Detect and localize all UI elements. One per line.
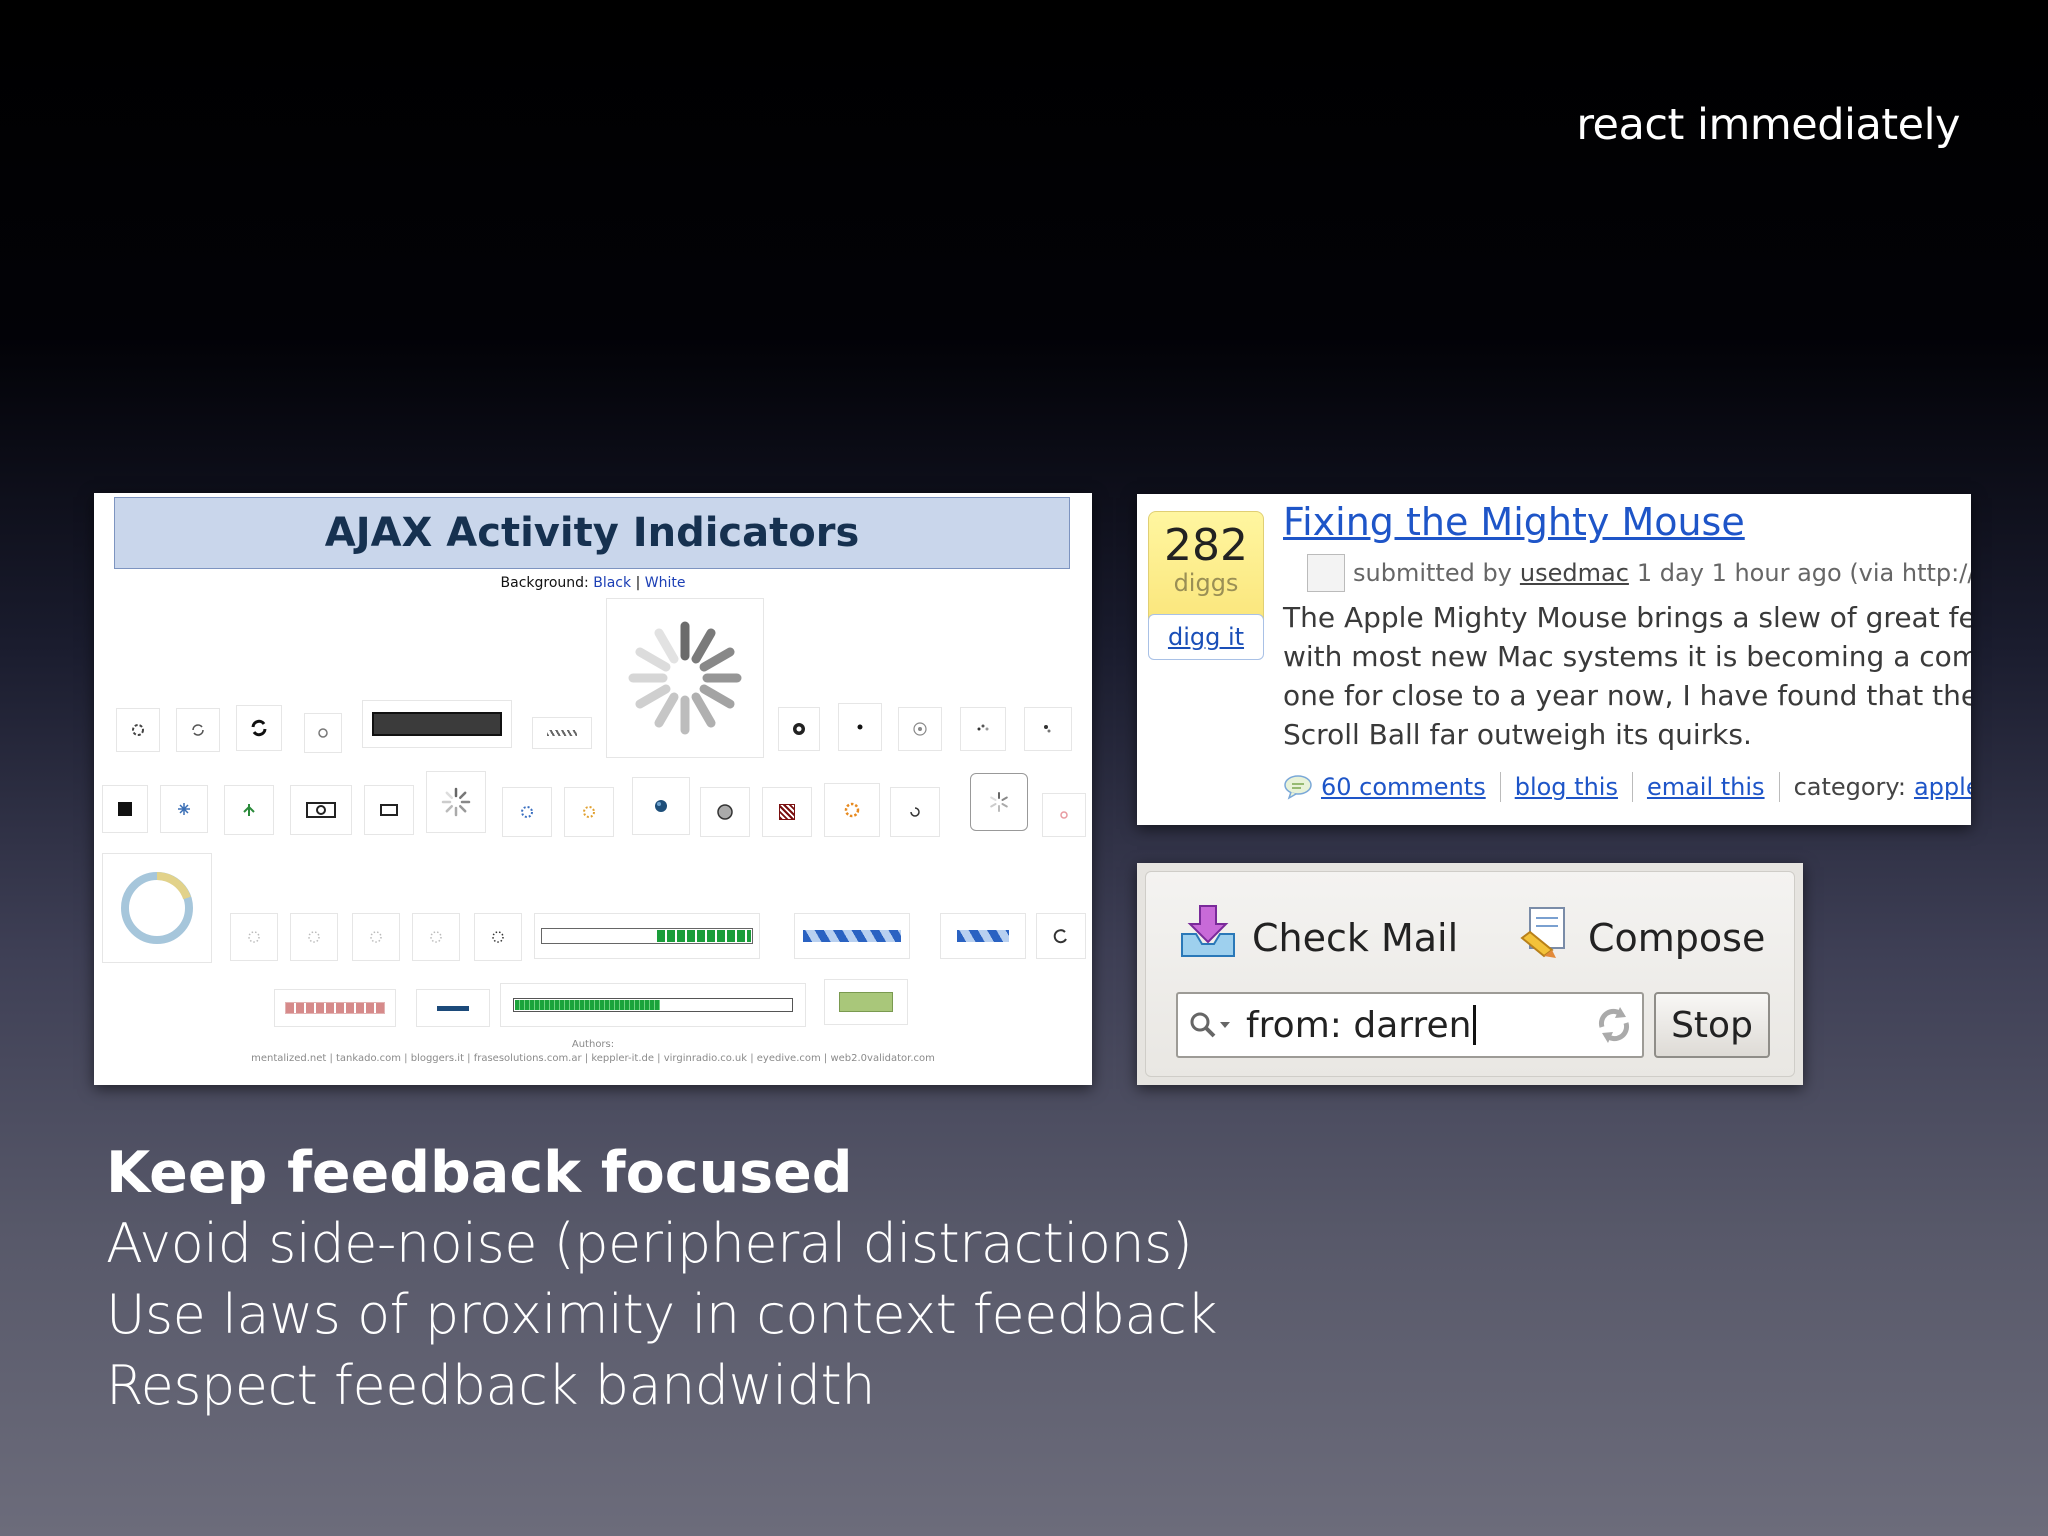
blue-stripe-bar-small [940,913,1026,959]
olive-block-bar [824,979,908,1025]
compose-icon [1516,904,1576,971]
submitter-user-link[interactable]: usedmac [1520,559,1629,587]
green-progress-bar [534,913,760,959]
background-selector: Background: Black | White [500,575,686,591]
story-line: one for close to a year now, I have foun… [1283,679,1971,712]
arc-dots-icon [960,707,1006,751]
faint-spinner-icon [230,913,278,961]
film-frame-icon [290,785,352,835]
boxed-spinner-icon [970,773,1028,831]
refresh-arrows-icon [176,708,220,752]
large-ring-spinner-icon [102,853,212,963]
tiny-dot-spinner-icon [304,713,342,753]
bullet-point: Respect feedback bandwidth [106,1354,875,1417]
faint-spinner-icon [412,913,460,961]
black-dot-spinner-icon [778,707,820,751]
compose-button[interactable]: Compose [1516,904,1765,971]
slide-title: react immediately [1576,100,1960,150]
navy-dash-bar [416,989,490,1027]
blog-this-link[interactable]: blog this [1515,773,1618,801]
striped-bar [532,717,592,749]
hatched-square-icon [762,787,812,837]
green-progress-fill [656,930,751,942]
story-title-link[interactable]: Fixing the Mighty Mouse [1283,500,1745,544]
single-dot-icon [838,703,882,751]
blue-ring-spinner-icon [502,787,552,837]
bullet-point: Avoid side-noise (peripheral distraction… [106,1212,1193,1275]
grey-spinner-icon [426,771,486,833]
story-description: The Apple Mighty Mouse brings a slew of … [1283,598,1971,754]
check-mail-label: Check Mail [1252,915,1459,960]
check-mail-button[interactable]: Check Mail [1176,904,1458,971]
grey-ball-icon [700,787,750,837]
authors-block: Authors: mentalized.net | tankado.com | … [94,1038,1092,1066]
authors-label: Authors: [571,1039,615,1050]
story-line: The Apple Mighty Mouse brings a slew of … [1283,601,1971,634]
spinner-icon [116,708,160,752]
dark-block-bar [362,700,512,748]
story-links: 60 comments blog this email this categor… [1283,772,1971,802]
blue-stripe-bar-wide [794,913,910,959]
partial-arc-icon [1036,913,1086,959]
target-spinner-icon [898,707,942,751]
background-label: Background: [500,575,589,591]
long-green-progress-bar [500,983,806,1027]
comma-dots-icon [1024,707,1072,751]
category-label: category: [1793,773,1906,801]
long-green-progress-fill [515,1000,660,1010]
search-query-text: from: darren [1246,1004,1472,1046]
ajax-indicators-panel: AJAX Activity Indicators Background: Bla… [94,493,1092,1085]
black-square-icon [102,785,148,833]
submission-time: 1 day 1 hour ago (via http://mac [1636,559,1971,587]
blue-star-spinner-icon [160,785,208,833]
thin-arc-icon [890,787,940,837]
digg-count-box: 282 diggs [1148,511,1264,629]
user-avatar [1307,554,1345,592]
category-link[interactable]: apple [1914,773,1971,801]
orange-ring-spinner-icon [564,787,614,837]
digg-count-label: diggs [1173,569,1239,597]
bullet-point: Use laws of proximity in context feedbac… [106,1283,1218,1346]
ajax-panel-title: AJAX Activity Indicators [114,497,1070,569]
blue-ball-icon [632,777,690,835]
text-cursor-icon [1473,1005,1477,1045]
digg-story-panel: 282 diggs digg it Fixing the Mighty Mous… [1137,494,1971,825]
background-white-link[interactable]: White [645,575,686,591]
submitted-by-label: submitted by [1353,559,1512,587]
segment-loader-bar [274,989,396,1027]
email-this-link[interactable]: email this [1647,773,1765,801]
faint-spinner-icon [290,913,338,961]
comments-link[interactable]: 60 comments [1321,773,1486,801]
small-rectangle-icon [364,785,414,835]
digg-count: 282 [1164,520,1248,571]
background-black-link[interactable]: Black [593,575,631,591]
mail-search-input[interactable]: from: darren [1176,992,1644,1058]
check-mail-icon [1176,904,1240,971]
mail-toolbar-panel: Check Mail Compose from: darren Stop [1137,863,1803,1085]
digg-it-button[interactable]: digg it [1148,614,1264,660]
submission-info: submitted by usedmac 1 day 1 hour ago (v… [1307,554,1971,592]
green-arrow-spinner-icon [224,785,274,835]
dark-spinner-icon [474,913,522,961]
slide-heading: Keep feedback focused [106,1140,853,1206]
orange-dot-spinner-icon [824,783,880,837]
stop-button[interactable]: Stop [1654,992,1770,1058]
compose-label: Compose [1588,915,1766,960]
comment-bubble-icon [1283,774,1313,800]
story-line: Scroll Ball far outweigh its quirks. [1283,718,1752,751]
faint-spinner-icon [352,913,400,961]
reload-icon [1592,1001,1636,1049]
authors-list: mentalized.net | tankado.com | bloggers.… [251,1053,935,1064]
story-line: with most new Mac systems it is becoming… [1283,640,1971,673]
large-spinner-icon [606,598,764,758]
pink-dot-spinner-icon [1042,793,1086,837]
search-icon [1188,1010,1232,1040]
bold-arrows-icon [236,705,282,751]
